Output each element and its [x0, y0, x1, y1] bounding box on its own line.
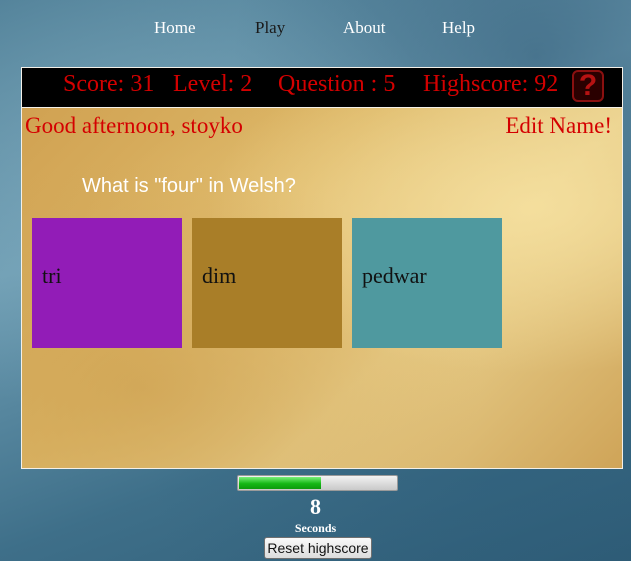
timer-progress-fill	[239, 477, 322, 489]
question-mark-icon[interactable]: ?	[572, 70, 604, 102]
timer-progress-bar	[237, 475, 398, 491]
nav-help[interactable]: Help	[442, 18, 475, 38]
top-navigation: Home Play About Help	[0, 0, 631, 58]
edit-name-link[interactable]: Edit Name!	[505, 113, 612, 139]
highscore-value: Highscore: 92	[423, 71, 559, 97]
timer-seconds-value: 8	[310, 494, 321, 519]
answer-option-tri[interactable]: tri	[32, 218, 182, 348]
nav-home[interactable]: Home	[154, 18, 196, 38]
reset-highscore-button[interactable]: Reset highscore	[264, 537, 372, 559]
score-value: Score: 31	[63, 71, 155, 97]
answer-option-pedwar[interactable]: pedwar	[352, 218, 502, 348]
score-bar: Score: 31 Level: 2 Question : 5 Highscor…	[22, 68, 622, 108]
greeting-text: Good afternoon, stoyko	[25, 113, 243, 138]
timer-seconds-label: Seconds	[294, 521, 337, 535]
quiz-question: What is "four" in Welsh?	[82, 175, 296, 197]
nav-about[interactable]: About	[343, 18, 386, 38]
answer-label: pedwar	[362, 263, 427, 288]
answer-label: tri	[42, 263, 62, 288]
game-panel: Score: 31 Level: 2 Question : 5 Highscor…	[21, 67, 623, 469]
level-value: Level: 2	[173, 71, 253, 97]
answer-label: dim	[202, 263, 237, 288]
answer-option-dim[interactable]: dim	[192, 218, 342, 348]
question-number: Question : 5	[278, 71, 396, 97]
nav-play[interactable]: Play	[255, 18, 285, 38]
